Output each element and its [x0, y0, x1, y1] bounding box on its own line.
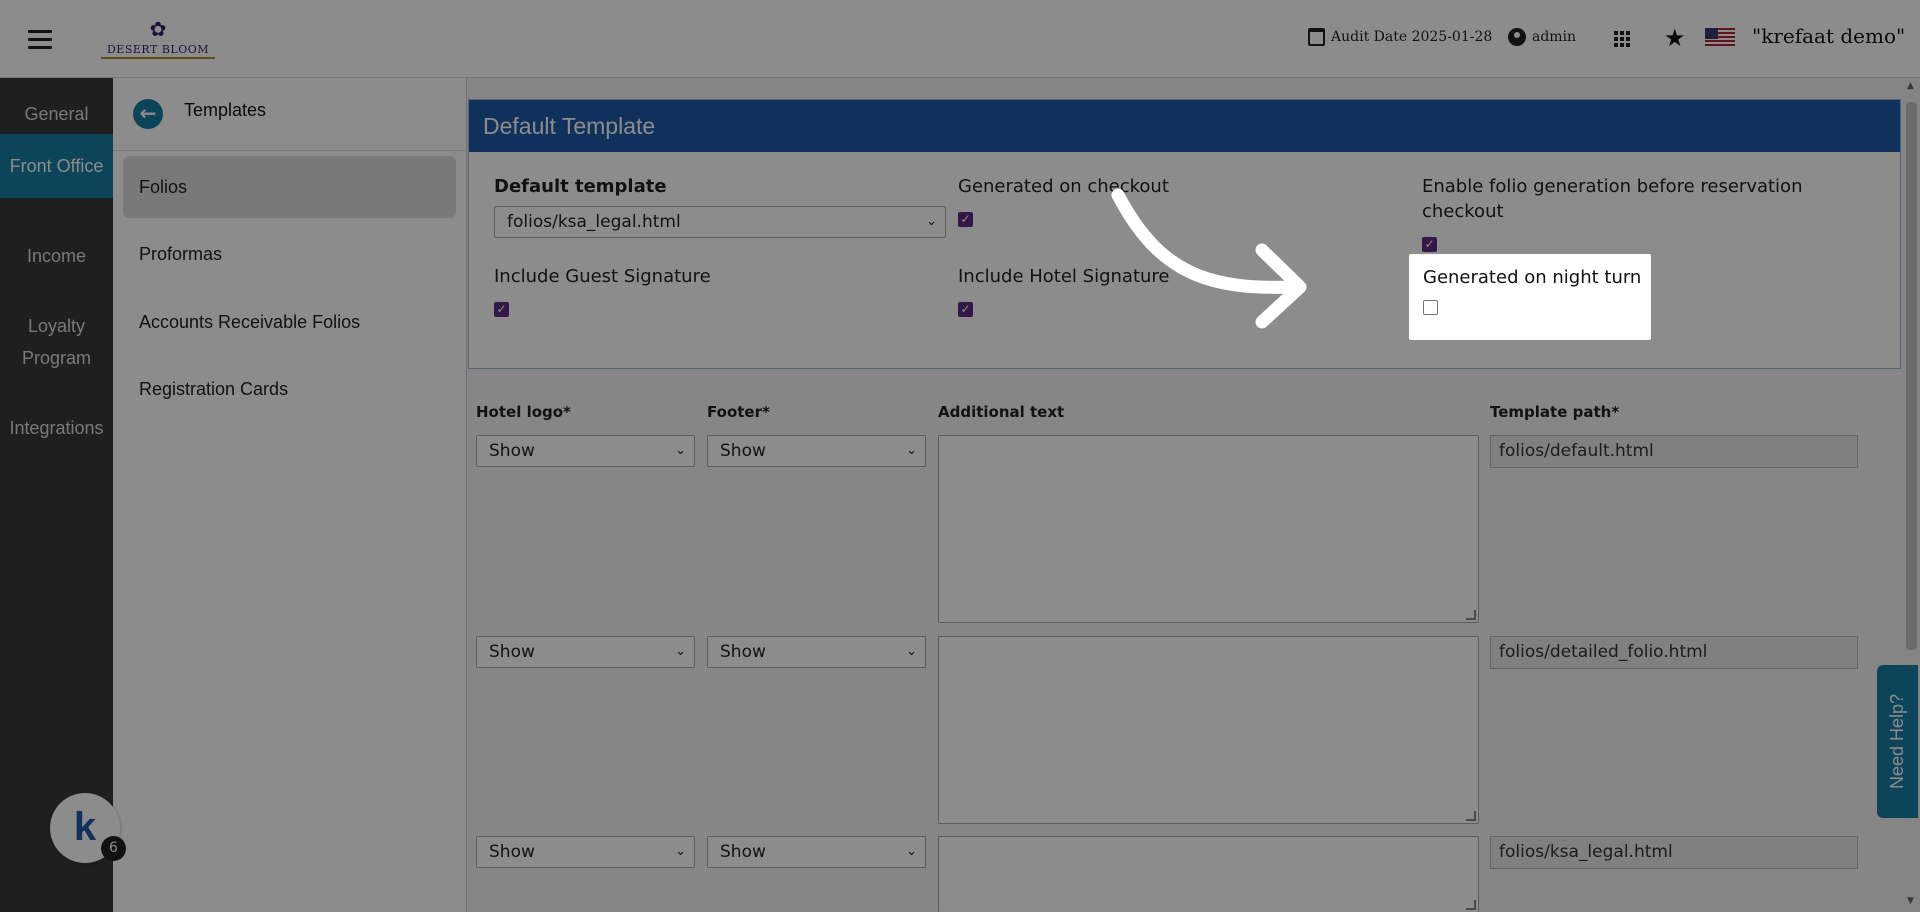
back-button[interactable]: ←	[133, 99, 163, 129]
templates-sidebar: ← Templates Folios Proformas Accounts Re…	[113, 78, 467, 912]
additional-text-input[interactable]	[938, 836, 1479, 912]
footer-value: Show	[720, 642, 766, 662]
chevron-down-icon: ⌄	[906, 644, 917, 659]
sidebar-item-folios[interactable]: Folios	[123, 156, 456, 218]
hotel-logo-header: Hotel logo*	[476, 403, 571, 421]
chevron-down-icon: ⌄	[906, 844, 917, 859]
hotel-logo-select[interactable]: Show ⌄	[476, 435, 695, 467]
audit-date-label: Audit Date 2025-01-28	[1331, 29, 1493, 45]
top-bar: ✿ DESERT BLOOM Audit Date 2025-01-28 adm…	[0, 0, 1920, 78]
footer-select[interactable]: Show ⌄	[707, 836, 926, 868]
sidebar-item-registration-cards[interactable]: Registration Cards	[123, 358, 456, 420]
sidebar-title: Templates	[184, 100, 267, 120]
template-path-input[interactable]: folios/detailed_folio.html	[1490, 636, 1858, 669]
hotel-logo-select[interactable]: Show ⌄	[476, 636, 695, 668]
generated-on-checkout-checkbox[interactable]: ✓	[958, 212, 973, 227]
nav-item-integrations[interactable]: Integrations	[0, 412, 113, 444]
scroll-thumb[interactable]	[1906, 102, 1917, 650]
additional-text-input[interactable]	[938, 435, 1479, 623]
default-template-select[interactable]: folios/ksa_legal.html ⌄	[494, 206, 946, 238]
calendar-icon	[1308, 28, 1325, 46]
hotel-signature-checkbox[interactable]: ✓	[958, 302, 973, 317]
sidebar-item-proformas[interactable]: Proformas	[123, 223, 456, 285]
main-sidebar: General Front Office Income Loyalty Prog…	[0, 78, 113, 912]
apps-grid-icon[interactable]	[1614, 31, 1630, 47]
user-name: admin	[1532, 29, 1577, 45]
menu-icon[interactable]	[28, 30, 52, 49]
chevron-down-icon: ⌄	[675, 644, 686, 659]
flower-icon: ✿	[149, 17, 167, 41]
hotel-logo[interactable]: ✿ DESERT BLOOM	[88, 17, 228, 59]
guest-signature-label: Include Guest Signature	[494, 266, 711, 287]
template-path-input[interactable]: folios/default.html	[1490, 435, 1858, 468]
night-turn-field: Generated on night turn	[1409, 254, 1651, 340]
template-path-input[interactable]: folios/ksa_legal.html	[1490, 836, 1858, 869]
enable-folio-label: Enable folio generation before reservati…	[1422, 176, 1803, 222]
night-turn-checkbox[interactable]	[1423, 300, 1438, 315]
divider	[113, 150, 467, 151]
star-icon[interactable]: ★	[1664, 24, 1686, 52]
footer-value: Show	[720, 842, 766, 862]
brand-name: DESERT BLOOM	[100, 43, 216, 59]
night-turn-label: Generated on night turn	[1423, 267, 1642, 288]
scroll-down-icon[interactable]: ▼	[1907, 896, 1914, 906]
footer-select[interactable]: Show ⌄	[707, 435, 926, 467]
hotel-logo-value: Show	[489, 842, 535, 862]
chevron-down-icon: ⌄	[926, 214, 937, 229]
default-template-label: Default template	[494, 176, 667, 197]
arrow-left-icon: ←	[139, 101, 157, 125]
hotel-logo-select[interactable]: Show ⌄	[476, 836, 695, 868]
night-turn-highlight: Generated on night turn	[1409, 254, 1651, 340]
additional-text-input[interactable]	[938, 636, 1479, 824]
guest-signature-checkbox[interactable]: ✓	[494, 302, 509, 317]
chevron-down-icon: ⌄	[906, 443, 917, 458]
footer-value: Show	[720, 441, 766, 461]
nav-item-general[interactable]: General	[0, 98, 113, 130]
hotel-logo-value: Show	[489, 642, 535, 662]
footer-select[interactable]: Show ⌄	[707, 636, 926, 668]
enable-folio-checkbox[interactable]: ✓	[1422, 237, 1437, 252]
sidebar-item-accounts-receivable-folios[interactable]: Accounts Receivable Folios	[123, 291, 456, 353]
us-flag-icon[interactable]	[1705, 28, 1735, 48]
scroll-up-icon[interactable]: ▲	[1907, 81, 1914, 91]
user-menu[interactable]: admin	[1508, 28, 1576, 46]
pointer-arrow-icon	[1111, 188, 1307, 329]
assistant-badge[interactable]: k 6	[50, 793, 126, 863]
need-help-label: Need Help?	[1887, 693, 1907, 790]
user-icon	[1508, 28, 1526, 46]
nav-item-loyalty-program[interactable]: Loyalty Program	[0, 310, 113, 374]
notification-count: 6	[101, 836, 126, 861]
additional-text-header: Additional text	[938, 403, 1065, 421]
need-help-tab[interactable]: Need Help?	[1877, 665, 1918, 818]
chevron-down-icon: ⌄	[675, 443, 686, 458]
template-path-header: Template path*	[1490, 403, 1620, 421]
company-name[interactable]: "krefaat demo"	[1752, 24, 1905, 48]
audit-date[interactable]: Audit Date 2025-01-28	[1308, 28, 1492, 46]
default-template-value: folios/ksa_legal.html	[507, 212, 681, 232]
nav-item-income[interactable]: Income	[0, 240, 113, 272]
chevron-down-icon: ⌄	[675, 844, 686, 859]
panel-title: Default Template	[469, 100, 1900, 152]
hotel-logo-value: Show	[489, 441, 535, 461]
nav-item-front-office[interactable]: Front Office	[0, 134, 113, 198]
footer-header: Footer*	[707, 403, 770, 421]
